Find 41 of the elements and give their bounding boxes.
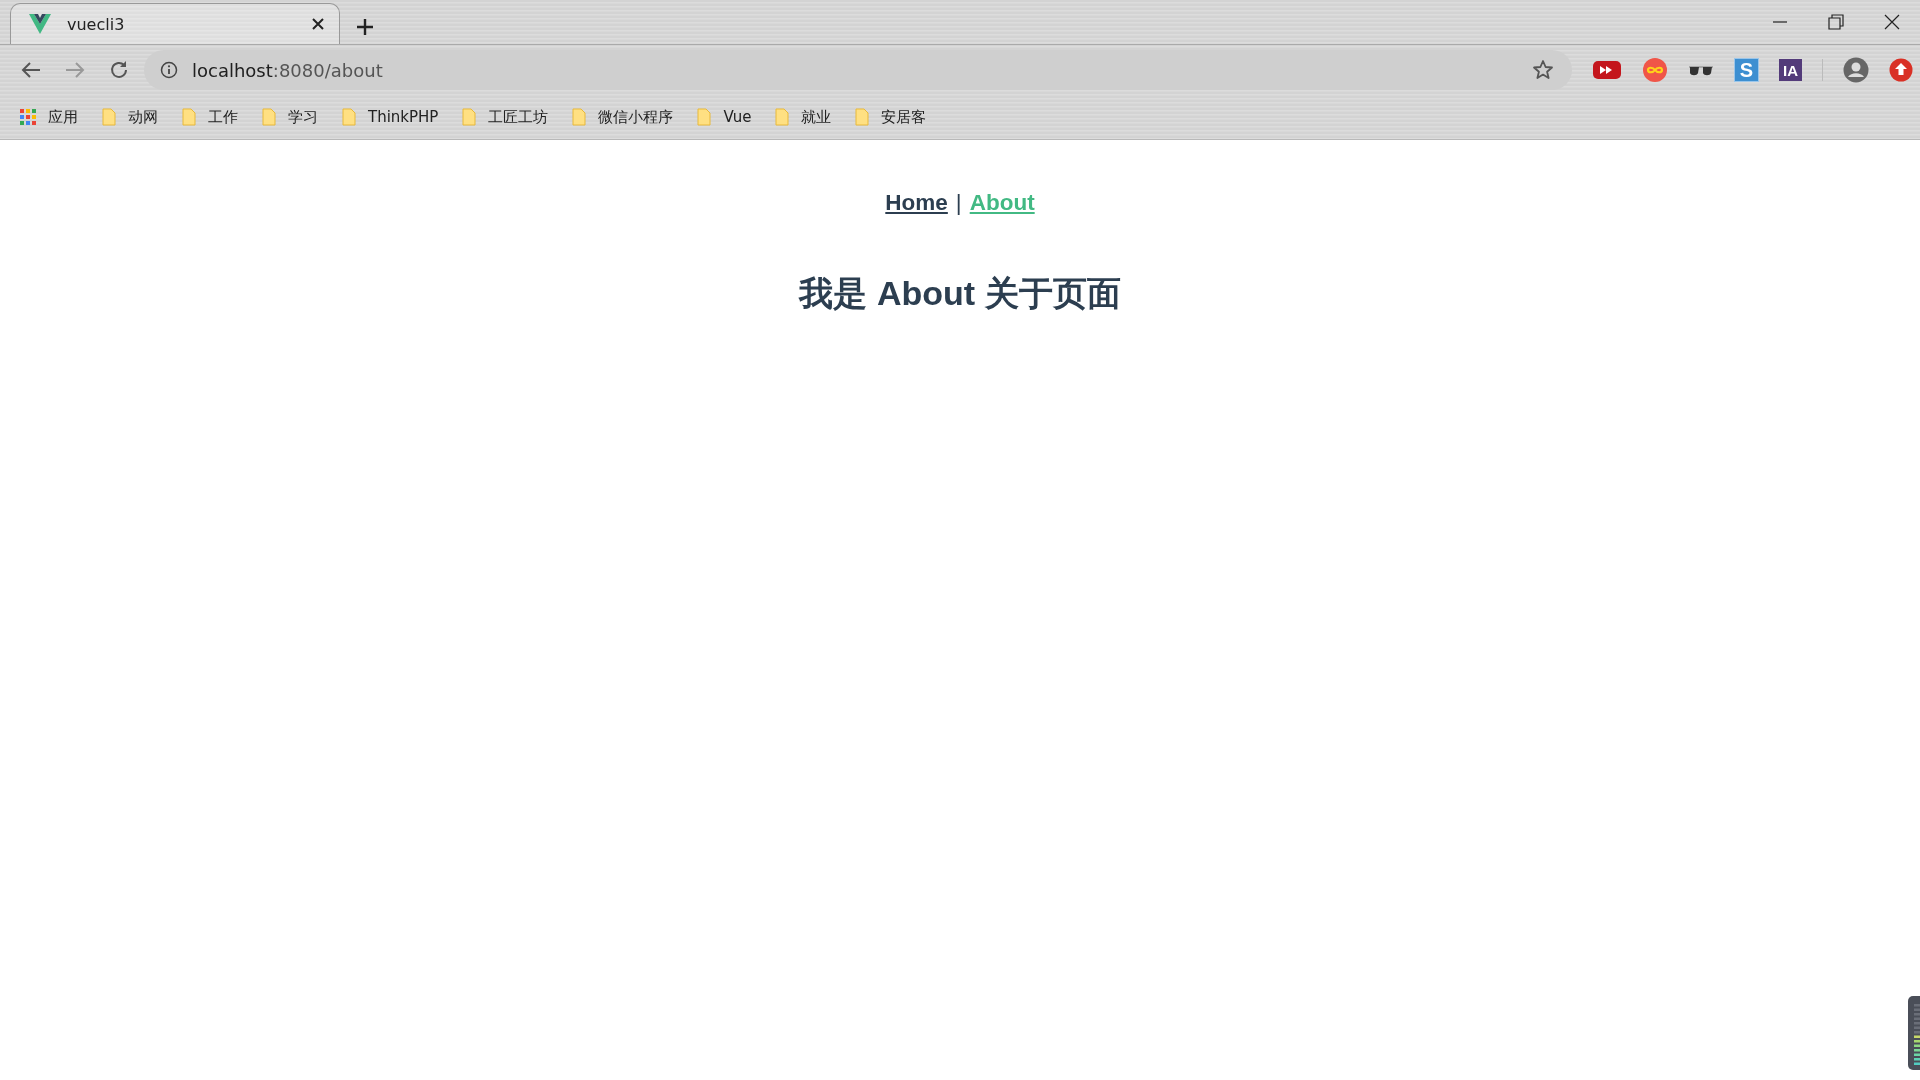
url-host: localhost	[192, 59, 273, 81]
infinity-icon[interactable]	[1642, 57, 1668, 83]
apps-grid-icon	[20, 109, 36, 125]
folder-icon	[855, 108, 870, 126]
folder-icon	[342, 108, 356, 126]
page-heading: 我是 About 关于页面	[797, 273, 1122, 314]
star-icon[interactable]	[1532, 59, 1554, 81]
restore-icon[interactable]	[1828, 14, 1844, 30]
bookmark-item[interactable]: 应用	[20, 107, 78, 127]
account-icon[interactable]	[1843, 57, 1869, 83]
link-separator: |	[955, 190, 962, 216]
nav-link[interactable]: Home	[885, 190, 948, 216]
folder-icon	[775, 108, 790, 126]
bookmark-item[interactable]: ThinkPHP	[342, 108, 439, 126]
folder-icon	[262, 108, 276, 126]
play-icon[interactable]	[1592, 59, 1622, 81]
bookmark-item[interactable]: 微信小程序	[572, 107, 674, 127]
bookmark-item[interactable]: Vue	[697, 108, 752, 126]
folder-icon	[462, 108, 477, 126]
bookmark-item[interactable]: 动网	[102, 107, 158, 127]
folder-icon	[102, 108, 116, 126]
bookmark-item[interactable]: 就业	[775, 107, 832, 127]
sunglasses-icon[interactable]	[1688, 63, 1714, 77]
bookmark-item[interactable]: 工匠工坊	[462, 107, 549, 127]
badge-extension-icon[interactable]: IA	[1779, 59, 1802, 81]
reload-icon[interactable]	[108, 59, 130, 81]
tab-title: vuecli3	[67, 14, 125, 34]
folder-icon	[182, 108, 196, 126]
close-icon[interactable]	[1884, 14, 1900, 30]
vue-logo-icon	[29, 14, 51, 34]
address-bar[interactable]: localhost:8080/about	[144, 50, 1572, 90]
url-path: :8080/about	[272, 59, 383, 81]
new-tab-icon[interactable]	[356, 18, 374, 36]
info-icon	[160, 61, 178, 79]
close-icon[interactable]	[311, 17, 325, 31]
folder-icon	[572, 108, 587, 126]
bookmark-item[interactable]: 工作	[182, 107, 238, 127]
browser-tab[interactable]: vuecli3	[10, 3, 340, 44]
bookmark-item[interactable]: 安居客	[855, 107, 927, 127]
folder-icon	[697, 108, 712, 126]
bookmark-item[interactable]: 学习	[262, 107, 318, 127]
